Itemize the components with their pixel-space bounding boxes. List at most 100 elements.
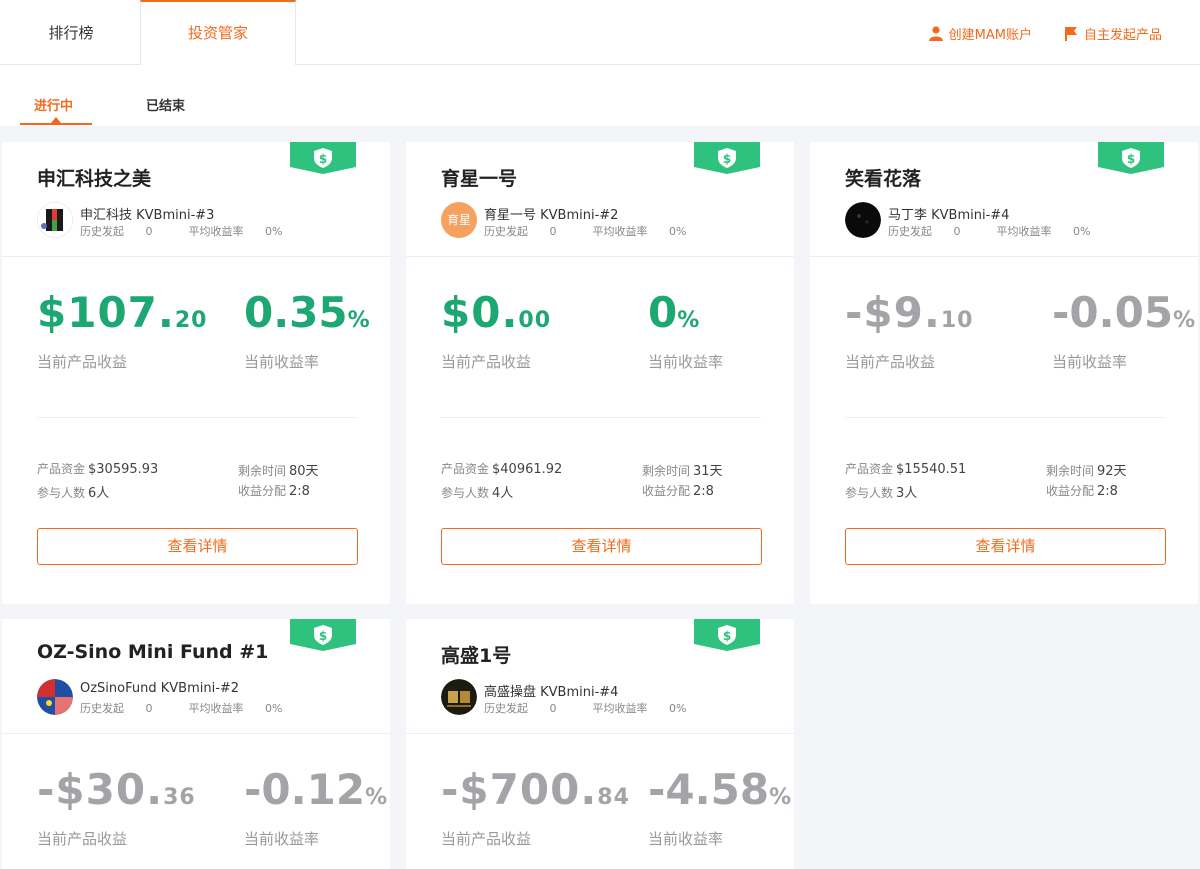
- avatar[interactable]: [441, 679, 477, 715]
- view-details-button[interactable]: 查看详情: [845, 528, 1166, 565]
- avatar[interactable]: 育星: [441, 202, 477, 238]
- manager-name[interactable]: 马丁李 KVBmini-#4: [888, 204, 1009, 223]
- avatar[interactable]: [37, 202, 73, 238]
- profit-amount-main: -$9.: [845, 288, 941, 337]
- svg-text:$: $: [319, 152, 327, 166]
- current-profit-label: 当前产品收益: [37, 353, 128, 371]
- avg-rate-label: 平均收益率: [592, 702, 648, 715]
- profit-amount: $107.20: [37, 292, 207, 334]
- remaining-label: 剩余时间: [642, 464, 691, 478]
- participants-info: 参与人数 3人: [845, 482, 917, 501]
- avatar[interactable]: [37, 679, 73, 715]
- avg-rate-label: 平均收益率: [188, 702, 244, 715]
- product-title[interactable]: OZ-Sino Mini Fund #1: [37, 641, 268, 663]
- active-tab-underline: [20, 123, 92, 125]
- profit-rate-unit: %: [1173, 308, 1196, 333]
- profit-rate: -0.12%: [244, 769, 387, 811]
- history-label: 历史发起: [80, 225, 124, 238]
- split-value: 2:8: [1097, 484, 1118, 499]
- profit-amount: $0.00: [441, 292, 551, 334]
- divider: [845, 417, 1165, 418]
- profit-rate-unit: %: [347, 308, 370, 333]
- manager-name[interactable]: 育星一号 KVBmini-#2: [484, 204, 618, 223]
- profit-rate-main: 0.35: [244, 288, 348, 337]
- profit-amount-decimals: 20: [174, 308, 208, 333]
- history-label: 历史发起: [80, 702, 124, 715]
- profit-rate: -0.05%: [1052, 292, 1195, 334]
- capital-info: 产品资金 $15540.51: [845, 460, 966, 477]
- avg-rate-value: 0%: [669, 225, 687, 238]
- split-value: 2:8: [289, 484, 310, 499]
- capital-value: $30595.93: [88, 462, 159, 477]
- profit-amount-main: -$700.: [441, 765, 598, 814]
- divider: [2, 733, 390, 734]
- capital-value: $40961.92: [492, 462, 563, 477]
- profit-amount-decimals: 36: [163, 785, 196, 810]
- profit-rate: 0.35%: [244, 292, 370, 334]
- product-title[interactable]: 育星一号: [441, 164, 517, 191]
- remaining-label: 剩余时间: [238, 464, 287, 478]
- split-info: 收益分配 2:8: [1046, 482, 1118, 499]
- flag-icon: [1064, 27, 1077, 41]
- history-value: 0: [953, 225, 961, 238]
- avg-rate-label: 平均收益率: [592, 225, 648, 238]
- product-title[interactable]: 申汇科技之美: [37, 164, 151, 191]
- status-tabs: 进行中 已结束: [0, 65, 1200, 126]
- divider: [37, 417, 357, 418]
- product-card: $ 育星一号 育星 育星一号 KVBmini-#2 历史发起 0 平均收益率 0% $0.0…: [406, 142, 794, 604]
- manager-stats: 历史发起 0 平均收益率 0%: [484, 223, 722, 239]
- view-details-button[interactable]: 查看详情: [441, 528, 762, 565]
- divider: [406, 256, 794, 257]
- tab-investment-manager[interactable]: 投资管家: [140, 0, 296, 66]
- profit-rate-unit: %: [365, 785, 388, 810]
- profit-rate: -4.58%: [648, 769, 791, 811]
- profit-rate-main: -4.58: [648, 765, 770, 814]
- divider: [2, 256, 390, 257]
- remaining-info: 剩余时间 31天: [642, 460, 723, 479]
- profit-rate: 0%: [648, 292, 699, 334]
- remaining-label: 剩余时间: [1046, 464, 1095, 478]
- tab-leaderboard[interactable]: 排行榜: [2, 0, 140, 65]
- product-title[interactable]: 笑看花落: [845, 164, 921, 191]
- avg-rate-label: 平均收益率: [188, 225, 244, 238]
- history-value: 0: [549, 225, 557, 238]
- product-card: $ OZ-Sino Mini Fund #1 OzSinoFund KVBmini-…: [2, 619, 390, 869]
- manager-name[interactable]: OzSinoFund KVBmini-#2: [80, 681, 239, 696]
- avatar-text: 育星: [441, 202, 477, 238]
- divider: [406, 733, 794, 734]
- manager-name[interactable]: 高盛操盘 KVBmini-#4: [484, 681, 618, 700]
- profit-amount-main: $0.: [441, 288, 519, 337]
- profit-rate-main: -0.12: [244, 765, 366, 814]
- svg-text:$: $: [319, 629, 327, 643]
- create-mam-button[interactable]: 创建MAM账户: [928, 24, 1032, 43]
- dollar-shield-icon: $: [694, 142, 760, 174]
- avg-rate-value: 0%: [265, 225, 283, 238]
- avg-rate-value: 0%: [265, 702, 283, 715]
- profit-amount-main: -$30.: [37, 765, 164, 814]
- capital-info: 产品资金 $40961.92: [441, 460, 562, 477]
- participants-label: 参与人数: [441, 486, 490, 500]
- profit-rate-main: 0: [648, 288, 678, 337]
- product-card: $ 申汇科技之美申汇科技 KVBmini-#3 历史发起 0 平均收益率 0% $107…: [2, 142, 390, 604]
- current-profit-label: 当前产品收益: [845, 353, 936, 371]
- avatar[interactable]: [845, 202, 881, 238]
- current-profit-label: 当前产品收益: [441, 830, 532, 848]
- product-title[interactable]: 高盛1号: [441, 641, 511, 668]
- remaining-value: 80天: [289, 464, 319, 479]
- manager-name[interactable]: 申汇科技 KVBmini-#3: [80, 204, 214, 223]
- subtab-in-progress[interactable]: 进行中: [34, 95, 73, 114]
- dollar-shield-icon: $: [290, 619, 356, 651]
- subtab-ended[interactable]: 已结束: [146, 95, 185, 114]
- launch-product-button[interactable]: 自主发起产品: [1064, 24, 1162, 43]
- capital-label: 产品资金: [845, 462, 894, 476]
- svg-text:$: $: [1127, 152, 1135, 166]
- profit-rate-main: -0.05: [1052, 288, 1174, 337]
- view-details-button[interactable]: 查看详情: [37, 528, 358, 565]
- history-value: 0: [145, 225, 153, 238]
- history-label: 历史发起: [484, 702, 528, 715]
- svg-text:$: $: [723, 152, 731, 166]
- remaining-info: 剩余时间 92天: [1046, 460, 1127, 479]
- dollar-shield-icon: $: [1098, 142, 1164, 174]
- current-rate-label: 当前收益率: [1052, 353, 1128, 371]
- profit-rate-unit: %: [677, 308, 700, 333]
